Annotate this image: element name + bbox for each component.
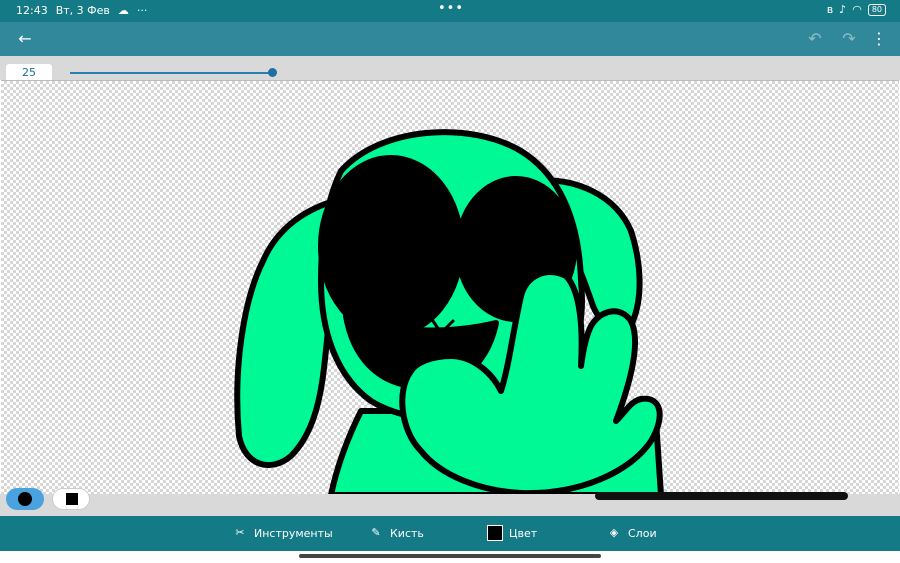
status-left: 12:43 Вт, 3 Фев ☁ ··· [16,4,147,17]
cloud-icon: ☁ [117,4,129,17]
bottom-navigation: ✂ Инструменты ✎ Кисть Цвет ◈ Слои [0,516,900,551]
color-swatch-icon [487,525,503,541]
tools-icon: ✂ [235,526,245,539]
multitask-dots[interactable]: ••• [438,1,464,16]
drawing-canvas[interactable] [1,80,899,494]
round-brush-toggle[interactable] [6,488,44,510]
gesture-area [0,551,900,563]
drawing-artwork [234,129,664,494]
square-brush-toggle[interactable] [52,488,90,510]
status-right: ʙ ♪ ◠ 80 [827,3,886,16]
arrow-left-icon[interactable]: ← [15,29,35,49]
brush-size-slider[interactable] [70,72,274,74]
battery-icon: 80 [867,3,886,16]
horizontal-scrollbar[interactable] [595,492,848,500]
brush-label: Кисть [390,526,424,540]
brush-size-strip: 25 [0,56,900,82]
left-eye [318,155,464,337]
bell-off-icon: ♪ [839,3,847,16]
tools-button[interactable]: ✂ Инструменты [232,525,333,541]
bluetooth-icon: ʙ [826,3,834,16]
undo-icon[interactable]: ↶ [805,29,825,49]
layers-label: Слои [628,526,657,540]
status-date: Вт, 3 Фев [55,4,110,17]
color-button[interactable]: Цвет [487,525,537,541]
status-time: 12:43 [16,4,48,17]
tools-label: Инструменты [254,526,333,540]
brush-button[interactable]: ✎ Кисть [368,525,424,541]
layers-icon: ◈ [609,526,619,539]
redo-icon[interactable]: ↷ [839,29,859,49]
status-bar: 12:43 Вт, 3 Фев ☁ ··· ••• ʙ ♪ ◠ 80 [0,0,900,22]
status-overflow: ··· [136,4,148,17]
lower-tool-strip [0,488,900,516]
layers-button[interactable]: ◈ Слои [606,525,657,541]
color-label: Цвет [509,526,538,540]
gesture-handle[interactable] [299,554,601,558]
wifi-icon: ◠ [852,3,862,16]
app-bar: ← ↶ ↷ ⋮ [0,22,900,56]
brush-icon: ✎ [371,526,381,539]
brush-size-slider-thumb[interactable] [268,68,277,77]
more-vertical-icon[interactable]: ⋮ [869,29,889,49]
